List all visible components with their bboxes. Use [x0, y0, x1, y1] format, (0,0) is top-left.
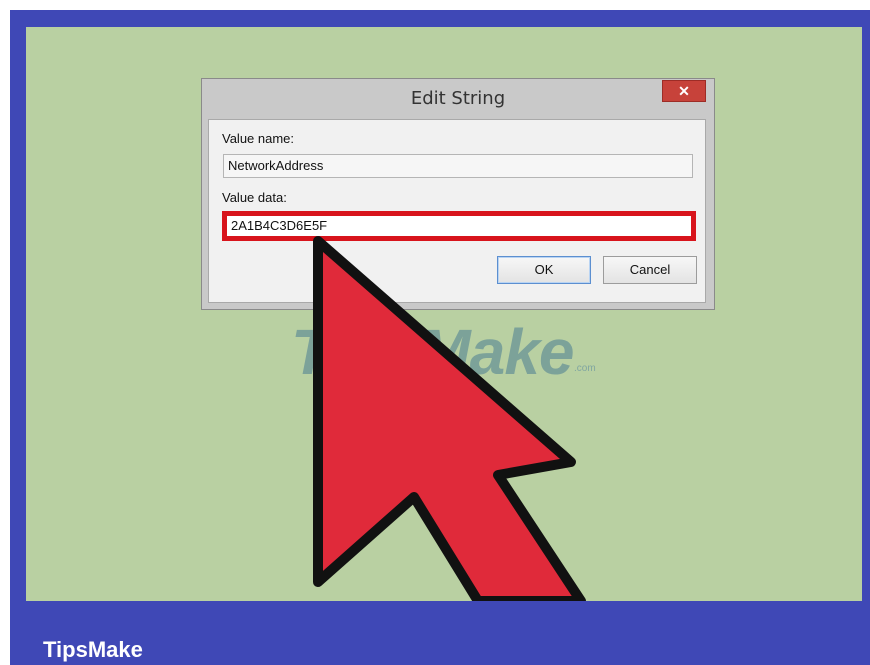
green-background: TipsMake .com Edit String ✕ Value name: …	[26, 27, 862, 601]
arrow-pointer-icon	[313, 236, 586, 601]
brand-caption: TipsMake	[43, 637, 143, 662]
image-frame: TipsMake .com Edit String ✕ Value name: …	[10, 10, 870, 665]
